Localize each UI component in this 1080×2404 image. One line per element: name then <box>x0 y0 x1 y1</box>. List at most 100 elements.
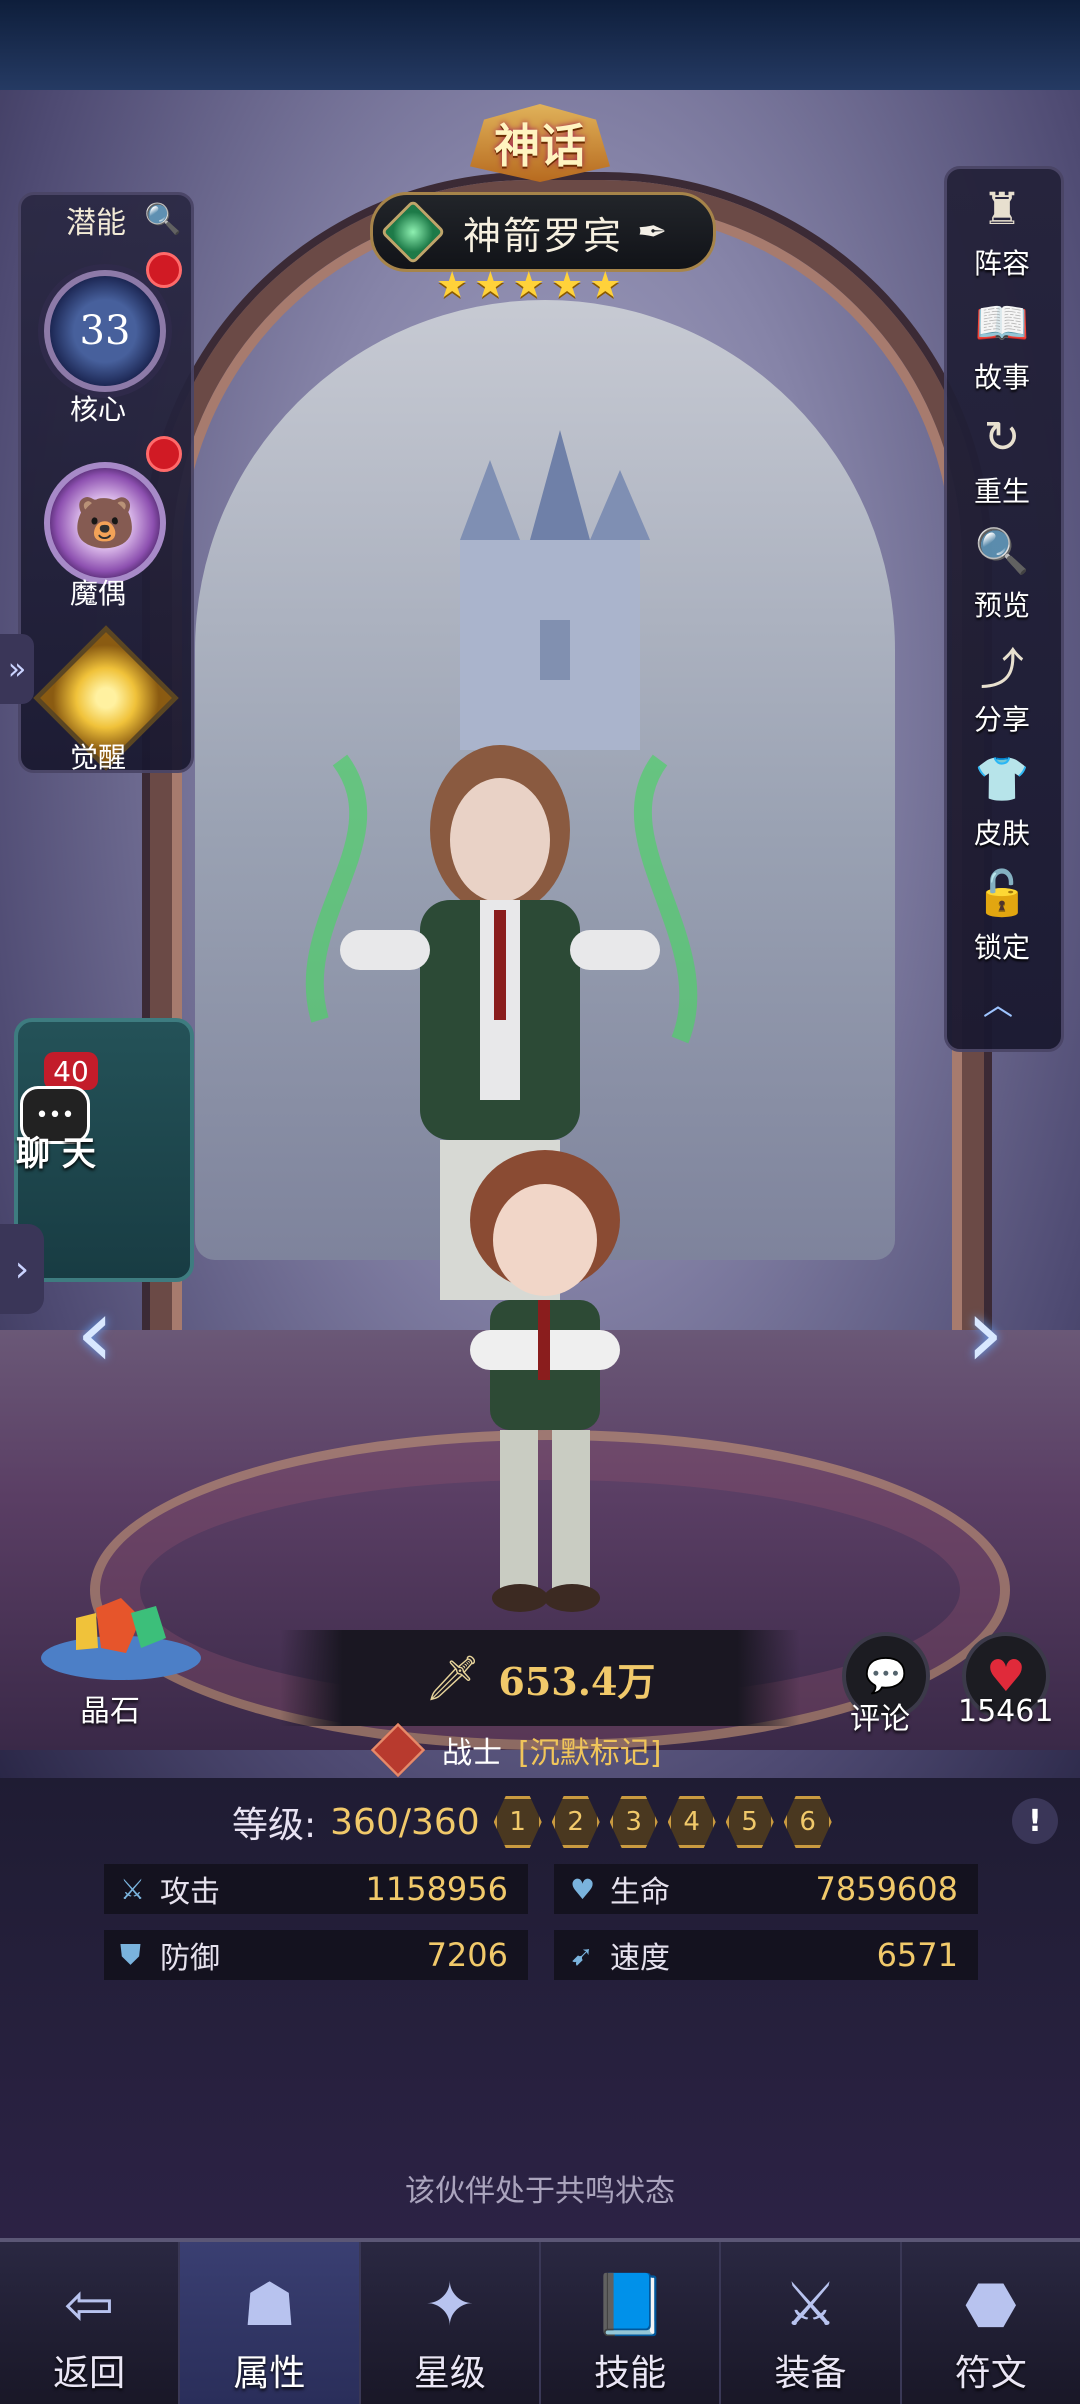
attack-icon: ⚔ <box>120 1872 146 1906</box>
lineup-icon: ♜ <box>982 183 1022 235</box>
story-label: 故事 <box>973 361 1030 394</box>
stat-defense: ⛊ 防御 7206 <box>104 1930 528 1980</box>
like-count: 15461 <box>958 1694 1054 1729</box>
bear-icon: 🐻 <box>73 493 137 552</box>
share-icon: ⤴ <box>980 644 1024 695</box>
star-icon: ★ <box>512 265 545 306</box>
stage-pip: 3 <box>609 1796 658 1848</box>
nav-label: 属性 <box>233 2353 306 2394</box>
stat-label: 生命 <box>610 1875 670 1910</box>
stat-value: 7859608 <box>815 1870 958 1908</box>
nav-star-level[interactable]: ✦ 星级 <box>361 2242 541 2404</box>
nav-back[interactable]: ⇦ 返回 <box>0 2242 181 2404</box>
search-icon[interactable]: 🔍 <box>144 202 181 237</box>
stage-pip: 1 <box>493 1796 542 1848</box>
combat-power-value: 653.4万 <box>498 1658 656 1704</box>
chat-unread-badge: 40 <box>44 1052 98 1090</box>
stat-value: 7206 <box>426 1936 508 1974</box>
nav-label: 装备 <box>774 2353 847 2394</box>
star-level-icon: ✦ <box>424 2270 475 2340</box>
attributes-icon: ☗ <box>242 2270 297 2340</box>
previous-hero-arrow-icon[interactable]: ‹ <box>60 1278 130 1388</box>
level-row: 等级: 360/360 1 2 3 4 5 6 <box>232 1796 842 1848</box>
faction-gem-icon <box>380 199 446 265</box>
level-label: 等级: <box>232 1805 317 1846</box>
rarity-label: 神话 <box>494 119 586 173</box>
stage-pip: 4 <box>667 1796 716 1848</box>
double-chevron-right-icon[interactable]: » <box>0 634 34 704</box>
comment-label: 评论 <box>850 1702 910 1737</box>
boot-icon: ➹ <box>570 1938 594 1972</box>
nav-attributes[interactable]: ☗ 属性 <box>180 2242 361 2404</box>
stage-pip: 2 <box>551 1796 600 1848</box>
collapse-chevron-icon[interactable]: ︿ <box>968 980 1028 1023</box>
class-trait[interactable]: [沉默标记] <box>518 1728 661 1772</box>
sky-band <box>0 0 1080 90</box>
share-button[interactable]: ⤴ 分享 <box>948 634 1056 744</box>
back-icon: ⇦ <box>64 2270 115 2340</box>
stat-attack: ⚔ 攻击 1158956 <box>104 1864 528 1914</box>
hero-name-banner: 神箭罗宾 ✒ <box>370 192 716 272</box>
star-icon: ★ <box>474 265 507 306</box>
core-level: 33 <box>79 308 131 354</box>
lock-icon: 🔓 <box>974 868 1030 919</box>
stage-pip: 6 <box>783 1796 832 1848</box>
skin-label: 皮肤 <box>973 817 1030 850</box>
stat-label: 速度 <box>610 1941 670 1976</box>
lock-button[interactable]: 🔓 锁定 <box>948 862 1056 972</box>
chat-unread-count: 40 <box>53 1054 89 1088</box>
equipment-icon: ⚔ <box>783 2270 838 2340</box>
stat-value: 6571 <box>876 1936 958 1974</box>
lineup-button[interactable]: ♜ 阵容 <box>948 178 1056 288</box>
stage-pip: 5 <box>725 1796 774 1848</box>
preview-label: 预览 <box>973 589 1030 622</box>
rename-quill-icon[interactable]: ✒ <box>637 212 667 253</box>
crystal-label: 晶石 <box>80 1694 140 1729</box>
shield-icon: ⛊ <box>120 1938 142 1971</box>
magnifier-icon: 🔍 <box>974 526 1030 577</box>
chevron-right-icon[interactable]: › <box>0 1224 44 1314</box>
star-rating: ★ ★ ★ ★ ★ <box>436 266 646 306</box>
sword-icon: 🗡 <box>424 1653 481 1704</box>
warrior-class-icon <box>370 1722 426 1778</box>
star-icon: ★ <box>550 265 584 306</box>
hero-chibi-character <box>470 1150 620 1612</box>
bottom-nav: ⇦ 返回 ☗ 属性 ✦ 星级 📘 技能 ⚔ 装备 ⬣ 符文 <box>0 2238 1080 2404</box>
lineup-label: 阵容 <box>973 247 1030 280</box>
story-book-icon: 📖 <box>974 298 1030 349</box>
skill-book-icon: 📘 <box>592 2270 668 2340</box>
hero-name: 神箭罗宾 <box>463 213 624 258</box>
heart-icon: ♥ <box>570 1872 596 1906</box>
comment-bubble-icon: 💬 <box>864 1656 908 1696</box>
info-icon[interactable]: ! <box>1012 1798 1058 1844</box>
stat-value: 1158956 <box>365 1870 508 1908</box>
skin-icon: 👕 <box>974 754 1030 805</box>
puppet-button[interactable]: 🐻 <box>44 462 166 584</box>
next-hero-arrow-icon[interactable]: › <box>950 1278 1020 1388</box>
nav-skills[interactable]: 📘 技能 <box>541 2242 722 2404</box>
resonance-status: 该伙伴处于共鸣状态 <box>405 2174 675 2209</box>
nav-equipment[interactable]: ⚔ 装备 <box>721 2242 902 2404</box>
nav-runes[interactable]: ⬣ 符文 <box>902 2242 1080 2404</box>
story-button[interactable]: 📖 故事 <box>948 292 1056 402</box>
stat-label: 攻击 <box>160 1875 220 1910</box>
share-label: 分享 <box>973 703 1030 736</box>
stat-label: 防御 <box>160 1941 220 1976</box>
crystal-icon[interactable] <box>36 1598 206 1682</box>
castle-illustration <box>460 430 650 750</box>
nav-label: 星级 <box>413 2353 486 2394</box>
level-value: 360/360 <box>330 1801 480 1843</box>
star-icon: ★ <box>589 265 622 306</box>
puppet-label: 魔偶 <box>70 577 127 610</box>
rune-icon: ⬣ <box>964 2270 1017 2340</box>
nav-label: 技能 <box>594 2353 667 2394</box>
potential-label[interactable]: 潜能 <box>66 198 126 242</box>
chat-label[interactable]: 聊 天 <box>16 1126 96 1175</box>
combat-power-bar: 🗡 653.4万 <box>280 1630 800 1726</box>
preview-button[interactable]: 🔍 预览 <box>948 520 1056 630</box>
core-button[interactable]: 33 <box>44 270 166 392</box>
lock-label: 锁定 <box>973 931 1030 964</box>
rebirth-button[interactable]: ↻ 重生 <box>948 406 1056 516</box>
skin-button[interactable]: 👕 皮肤 <box>948 748 1056 858</box>
stat-speed: ➹ 速度 6571 <box>554 1930 978 1980</box>
